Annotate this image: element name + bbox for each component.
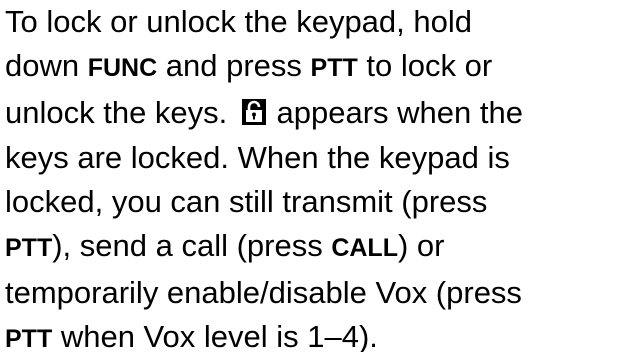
- text-line: PTT), send a call (press CALL) or: [5, 224, 617, 271]
- text-line: To lock or unlock the keypad, hold: [5, 0, 617, 44]
- ptt-key-label: PTT: [5, 233, 53, 262]
- text-line: temporarily enable/disable Vox (press: [5, 271, 617, 315]
- ptt-key-label: PTT: [5, 324, 53, 352]
- keypad-lock-instructions: To lock or unlock the keypad, hold down …: [5, 0, 617, 352]
- call-key-label: CALL: [331, 233, 398, 262]
- page: To lock or unlock the keypad, hold down …: [0, 0, 618, 352]
- text-line: keys are locked. When the keypad is: [5, 136, 617, 180]
- text-line: locked, you can still transmit (press: [5, 180, 617, 224]
- text-segment: and press: [157, 47, 311, 83]
- text-segment: when Vox level is 1–4).: [52, 318, 378, 352]
- text-segment: ), send a call (press: [52, 227, 332, 263]
- text-line: down FUNC and press PTT to lock or: [5, 44, 617, 91]
- text-segment: To lock or unlock the keypad, hold: [5, 4, 472, 39]
- text-segment: temporarily enable/disable Vox (press: [5, 274, 522, 310]
- text-segment: appears when the: [267, 94, 523, 130]
- text-line: unlock the keys. appears when the: [5, 91, 617, 137]
- ptt-key-label: PTT: [310, 53, 358, 82]
- lock-icon: [241, 93, 266, 137]
- text-segment: keys are locked. When the keypad is: [5, 140, 510, 176]
- func-key-label: FUNC: [87, 53, 158, 82]
- text-segment: locked, you can still transmit (press: [5, 184, 488, 220]
- text-line: PTT when Vox level is 1–4).: [5, 315, 617, 352]
- text-segment: to lock or: [357, 47, 493, 83]
- text-segment: unlock the keys.: [5, 94, 236, 130]
- text-segment: ) or: [397, 227, 445, 263]
- text-segment: down: [5, 47, 88, 83]
